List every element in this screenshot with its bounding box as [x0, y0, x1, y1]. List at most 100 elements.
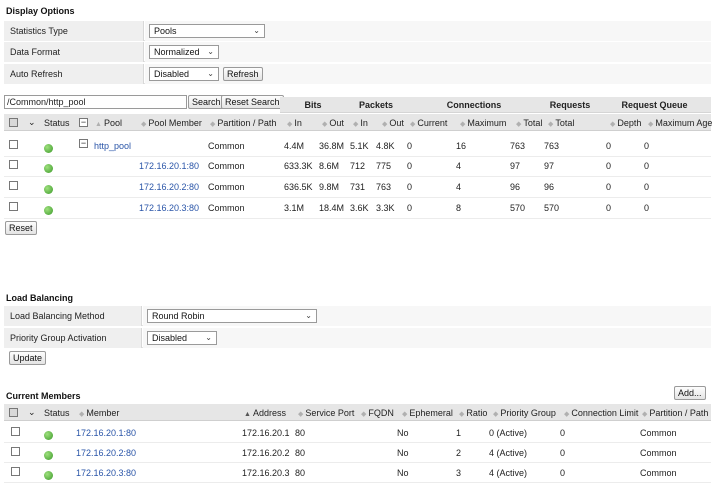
data-format-select[interactable]: Normalized ⌄	[149, 45, 219, 59]
col-packets-out[interactable]: ◆ Out	[382, 118, 404, 128]
mcol-partition-label: Partition / Path	[649, 408, 709, 418]
row-requests-total: 97	[544, 161, 555, 171]
row-packets-in: 5.1K	[350, 141, 369, 151]
auto-refresh-select[interactable]: Disabled ⌄	[149, 67, 219, 81]
reset-button[interactable]: Reset	[5, 221, 37, 235]
group-requests: Requests	[542, 98, 598, 112]
mcol-ephemeral[interactable]: ◆ Ephemeral	[402, 408, 453, 418]
row-checkbox[interactable]	[9, 160, 18, 169]
col-pool-member[interactable]: ◆ Pool Member	[141, 118, 202, 128]
sort-icon: ◆	[410, 121, 416, 128]
load-balancing-title: Load Balancing	[6, 293, 74, 303]
row-checkbox[interactable]	[11, 447, 20, 456]
sort-icon: ◆	[493, 411, 499, 418]
col-requests-total[interactable]: ◆ Total	[548, 118, 574, 128]
mrow-ephemeral: No	[397, 448, 409, 458]
chevron-down-icon[interactable]: ⌄	[28, 117, 36, 128]
mcol-address[interactable]: ▲ Address	[244, 408, 286, 418]
mrow-partition: Common	[640, 468, 677, 478]
mcol-fqdn-label: FQDN	[368, 408, 394, 418]
collapse-icon[interactable]: −	[79, 118, 88, 127]
mcol-member[interactable]: ◆ Member	[79, 408, 119, 418]
reset-search-button[interactable]: Reset Search	[221, 95, 284, 109]
mcol-ratio[interactable]: ◆ Ratio	[459, 408, 487, 418]
refresh-button[interactable]: Refresh	[223, 67, 263, 81]
col-total[interactable]: ◆ Total	[516, 118, 542, 128]
mcol-connection-limit-label: Connection Limit	[571, 408, 639, 418]
mrow-partition: Common	[640, 448, 677, 458]
mrow-address: 172.16.20.3	[242, 468, 290, 478]
group-packets: Packets	[346, 98, 406, 112]
col-bits-out[interactable]: ◆ Out	[322, 118, 344, 128]
col-requests-total-label: Total	[555, 118, 575, 128]
col-bits-in-label: In	[294, 118, 302, 128]
row-checkbox[interactable]	[9, 140, 18, 149]
mrow-member[interactable]: 172.16.20.2:80	[76, 448, 136, 458]
sort-icon: ◆	[548, 121, 554, 128]
data-format-value-area: Normalized ⌄	[145, 42, 711, 62]
priority-group-value: Disabled	[152, 333, 188, 343]
sort-icon: ◆	[141, 121, 147, 128]
mrow-port: 80	[295, 428, 306, 438]
mrow-connection-limit: 0	[560, 448, 566, 458]
mcol-status[interactable]: Status	[44, 408, 70, 418]
row-depth: 0	[606, 182, 612, 192]
col-bits-in[interactable]: ◆ In	[287, 118, 302, 128]
priority-group-select[interactable]: Disabled ⌄	[147, 331, 217, 345]
priority-group-value-area: Disabled ⌄	[143, 328, 711, 348]
col-max-age[interactable]: ◆ Maximum Age	[648, 118, 712, 128]
mrow-connection-limit: 0	[560, 468, 566, 478]
sort-icon: ◆	[459, 411, 465, 418]
mcol-partition[interactable]: ◆ Partition / Path	[642, 408, 708, 418]
status-available-icon	[44, 164, 53, 173]
col-depth[interactable]: ◆ Depth	[610, 118, 641, 128]
table-row: 172.16.20.3:80 Common 3.1M 18.4M 3.6K 3.3K 0 8 5…	[4, 199, 711, 219]
row-pool-member[interactable]: 172.16.20.3:80	[139, 203, 199, 213]
mcol-priority-group[interactable]: ◆ Priority Group	[493, 408, 556, 418]
members-column-header: ⌄ Status ◆ Member ▲ Address ◆ Service Port …	[4, 404, 711, 421]
mrow-member[interactable]: 172.16.20.3:80	[76, 468, 136, 478]
status-available-icon	[44, 451, 53, 460]
statistics-type-select[interactable]: Pools ⌄	[149, 24, 265, 38]
select-all-members-checkbox[interactable]	[9, 408, 18, 417]
row-checkbox[interactable]	[9, 181, 18, 190]
collapse-icon[interactable]: −	[79, 139, 88, 148]
row-checkbox[interactable]	[11, 467, 20, 476]
search-button[interactable]: Search	[188, 95, 225, 109]
col-partition[interactable]: ◆ Partition / Path	[210, 118, 276, 128]
select-all-checkbox[interactable]	[9, 118, 18, 127]
row-depth: 0	[606, 161, 612, 171]
mrow-member[interactable]: 172.16.20.1:80	[76, 428, 136, 438]
row-maximum: 16	[456, 141, 467, 151]
add-member-button[interactable]: Add...	[674, 386, 706, 400]
mrow-address: 172.16.20.1	[242, 428, 290, 438]
mrow-partition: Common	[640, 428, 677, 438]
col-packets-in[interactable]: ◆ In	[353, 118, 368, 128]
row-checkbox[interactable]	[11, 427, 20, 436]
mcol-service-port[interactable]: ◆ Service Port	[298, 408, 354, 418]
col-current[interactable]: ◆ Current	[410, 118, 447, 128]
row-bits-in: 3.1M	[284, 203, 305, 213]
row-depth: 0	[606, 141, 612, 151]
data-format-label: Data Format	[4, 42, 144, 62]
lb-method-select[interactable]: Round Robin ⌄	[147, 309, 317, 323]
mcol-connection-limit[interactable]: ◆ Connection Limit	[564, 408, 638, 418]
chevron-down-icon[interactable]: ⌄	[28, 407, 36, 418]
col-status[interactable]: Status	[44, 118, 70, 128]
col-pool[interactable]: ▲ Pool	[95, 118, 122, 128]
auto-refresh-value-area: Disabled ⌄ Refresh	[145, 64, 711, 84]
row-pool-member[interactable]: 172.16.20.2:80	[139, 182, 199, 192]
table-row: − http_pool Common 4.4M 36.8M 5.1K 4.8K 0 16 763 7…	[4, 137, 711, 157]
row-pool[interactable]: http_pool	[94, 141, 131, 151]
lb-method-value-area: Round Robin ⌄	[143, 306, 711, 326]
row-checkbox[interactable]	[9, 202, 18, 211]
row-pool-member[interactable]: 172.16.20.1:80	[139, 161, 199, 171]
search-input[interactable]: /Common/http_pool	[4, 95, 187, 109]
auto-refresh-row: Auto Refresh Disabled ⌄ Refresh	[4, 64, 711, 84]
mcol-fqdn[interactable]: ◆ FQDN	[361, 408, 394, 418]
col-maximum[interactable]: ◆ Maximum	[460, 118, 506, 128]
mrow-priority-group: 4 (Active)	[489, 448, 528, 458]
update-button[interactable]: Update	[9, 351, 47, 365]
data-format-row: Data Format Normalized ⌄	[4, 42, 711, 62]
col-maximum-label: Maximum	[467, 118, 507, 128]
